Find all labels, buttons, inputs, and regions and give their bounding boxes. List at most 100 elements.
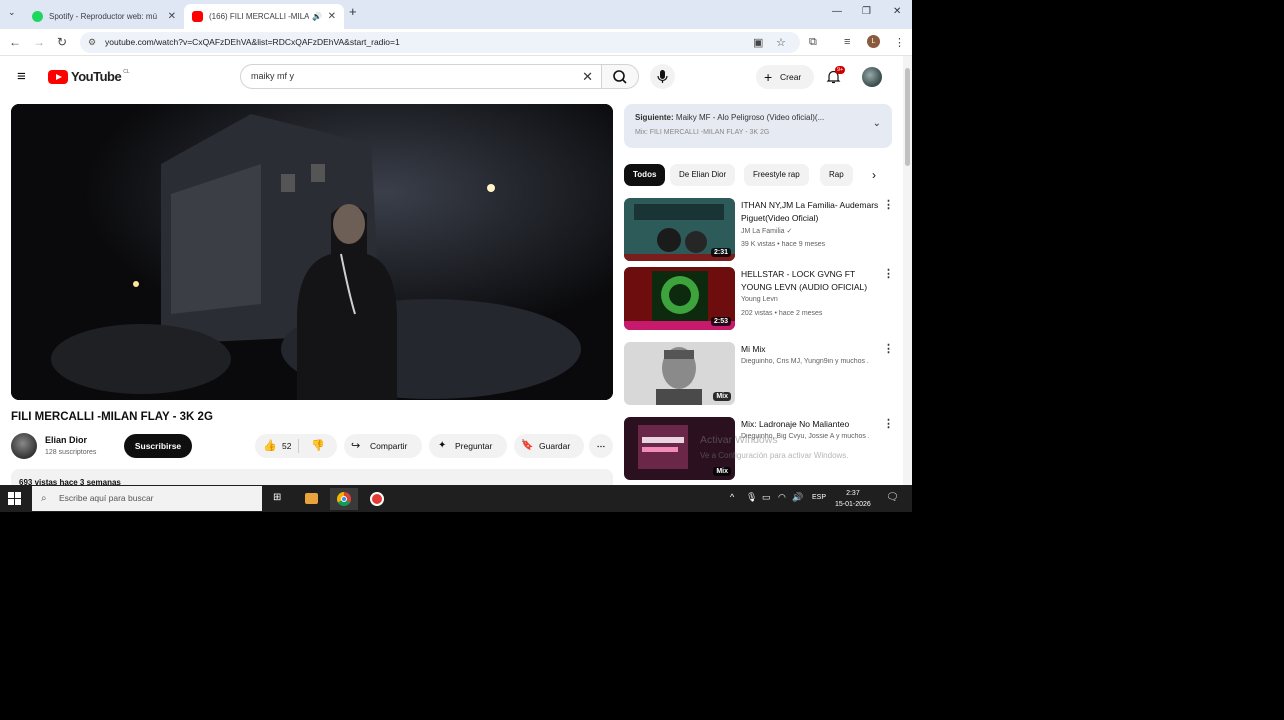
address-bar-row: ← → ↻ ⚙ youtube.com/watch?v=CxQAFzDEhVA&… xyxy=(0,29,912,56)
recommendation-meta: 202 vistas • hace 2 meses xyxy=(741,310,823,317)
cast-icon[interactable]: ▣ xyxy=(753,36,763,49)
video-frame xyxy=(11,104,613,400)
recommendation-item[interactable]: Mix Mi Mix Dieguinho, Cris MJ, Yungn9in … xyxy=(624,342,904,408)
tab-youtube[interactable]: (166) FILI MERCALLI -MILAN 🔊 ✕ xyxy=(184,4,344,29)
media-app-icon[interactable] xyxy=(297,488,325,510)
divider xyxy=(298,439,299,453)
chevron-right-icon[interactable]: › xyxy=(872,168,876,182)
ask-label: Preguntar xyxy=(455,441,493,451)
recommendation-channel: JM La Familia ✓ xyxy=(741,227,869,235)
channel-name[interactable]: Elian Dior xyxy=(45,435,87,445)
media-controls-icon[interactable]: ≡ xyxy=(844,36,850,48)
close-icon[interactable]: ✕ xyxy=(168,11,176,22)
video-thumbnail[interactable]: Mix xyxy=(624,417,735,480)
recommendation-item[interactable]: 2:53 HELLSTAR - LOCK GVNG FT YOUNG LEVN … xyxy=(624,267,904,333)
search-button[interactable] xyxy=(601,64,639,89)
chip-freestyle-rap[interactable]: Freestyle rap xyxy=(744,164,809,186)
site-info-icon[interactable]: ⚙ xyxy=(88,32,96,53)
mix-badge: Mix xyxy=(713,392,731,401)
up-next-prefix: Siguiente: xyxy=(635,113,674,122)
like-icon[interactable]: 👍 xyxy=(263,434,277,458)
account-avatar[interactable] xyxy=(862,67,882,87)
more-options-icon[interactable]: ⋮ xyxy=(883,198,894,211)
minimize-icon[interactable]: — xyxy=(832,6,842,17)
reload-icon[interactable]: ↻ xyxy=(57,35,67,49)
battery-icon[interactable]: ▭ xyxy=(762,492,771,503)
mix-badge: Mix xyxy=(713,467,731,476)
forward-icon[interactable]: → xyxy=(33,35,45,49)
close-icon[interactable]: ✕ xyxy=(328,11,336,22)
more-options-icon[interactable]: ⋮ xyxy=(883,342,894,355)
page-scrollbar[interactable] xyxy=(903,56,912,485)
speaker-icon[interactable]: 🔊 xyxy=(312,12,322,21)
back-icon[interactable]: ← xyxy=(9,35,21,49)
video-thumbnail[interactable]: 2:31 xyxy=(624,198,735,261)
video-thumbnail[interactable]: 2:53 xyxy=(624,267,735,330)
chip-de-elian-dior[interactable]: De Elian Dior xyxy=(670,164,736,186)
search-input[interactable]: maiky mf y ✕ xyxy=(240,64,602,89)
mix-title: Mix: FILI MERCALLI -MILAN FLAY - 3K 2G xyxy=(635,129,770,136)
create-label: Crear xyxy=(780,72,802,82)
taskbar-search-input[interactable]: ⌕ Escribe aquí para buscar xyxy=(32,486,262,511)
tab-search-icon[interactable]: ⌄ xyxy=(8,7,16,18)
more-options-icon[interactable]: ⋮ xyxy=(883,267,894,280)
bookmark-icon: 🔖 xyxy=(521,440,534,451)
youtube-logo[interactable]: YouTube CL xyxy=(48,69,130,84)
window-close-icon[interactable]: ✕ xyxy=(893,6,901,17)
volume-icon[interactable]: 🔊 xyxy=(792,492,803,503)
share-button[interactable]: ↪ Compartir xyxy=(344,434,422,458)
language-indicator[interactable]: ESP xyxy=(812,494,826,501)
restore-icon[interactable]: ❐ xyxy=(862,6,871,17)
subscribe-button[interactable]: Suscribirse xyxy=(124,434,192,458)
bookmark-star-icon[interactable]: ☆ xyxy=(776,36,786,49)
browser-menu-icon[interactable]: ⋮ xyxy=(894,36,905,49)
search-value: maiky mf y xyxy=(251,71,295,81)
recommendation-item[interactable]: Mix Mix: Ladronaje No Malianteo Dieguinh… xyxy=(624,417,904,483)
more-options-icon[interactable]: ⋮ xyxy=(883,417,894,430)
sparkle-icon: ✦ xyxy=(438,440,447,451)
search-icon: ⌕ xyxy=(41,493,47,504)
subscriber-count: 128 suscriptores xyxy=(45,449,97,456)
ask-button[interactable]: ✦ Preguntar xyxy=(429,434,507,458)
profile-avatar-icon[interactable]: L xyxy=(867,35,880,48)
chip-todos[interactable]: Todos xyxy=(624,164,666,186)
notification-center-icon[interactable]: 🗨 xyxy=(886,492,899,503)
more-actions-icon[interactable]: ⋯ xyxy=(589,434,613,458)
windows-start-icon[interactable] xyxy=(8,492,21,505)
scrollbar-thumb[interactable] xyxy=(905,68,910,166)
recorder-app-icon[interactable] xyxy=(363,488,391,510)
microphone-icon[interactable]: 🎙 xyxy=(746,492,757,503)
chrome-icon[interactable] xyxy=(330,488,358,510)
chevron-up-icon[interactable]: ^ xyxy=(730,492,734,502)
video-player[interactable] xyxy=(11,104,613,400)
extensions-icon[interactable]: ⧉ xyxy=(809,36,817,49)
save-label: Guardar xyxy=(539,441,571,451)
share-icon: ↪ xyxy=(351,440,361,452)
url-text: youtube.com/watch?v=CxQAFzDEhVA&list=RDC… xyxy=(105,37,400,47)
chip-rap[interactable]: Rap xyxy=(820,164,853,186)
recommendation-channel: Dieguinho, Cris MJ, Yungn9in y muchos ..… xyxy=(741,358,869,365)
recommendation-channel: Young Levn xyxy=(741,296,778,303)
wifi-icon[interactable]: ◠ xyxy=(778,492,786,503)
tab-spotify[interactable]: Spotify - Reproductor web: mú ✕ xyxy=(24,4,184,29)
save-button[interactable]: 🔖 Guardar xyxy=(514,434,584,458)
up-next-panel[interactable]: Siguiente: Maiky MF - Alo Peligroso (Vid… xyxy=(624,104,892,148)
task-view-icon[interactable]: ⊞ xyxy=(265,488,293,510)
channel-avatar[interactable] xyxy=(11,433,37,459)
recommendation-item[interactable]: 2:31 ITHAN NY,JM La Familia- Audemars Pi… xyxy=(624,198,904,264)
hamburger-menu-icon[interactable]: ≡ xyxy=(17,68,26,85)
plus-icon: + xyxy=(764,69,773,85)
dislike-icon[interactable]: 👎 xyxy=(311,434,325,458)
chevron-down-icon[interactable]: ⌄ xyxy=(873,118,881,129)
notifications-button[interactable]: 9+ xyxy=(826,66,846,89)
up-next-line: Siguiente: Maiky MF - Alo Peligroso (Vid… xyxy=(635,113,824,122)
new-tab-icon[interactable]: + xyxy=(349,4,357,19)
taskbar-clock[interactable]: 2:37 15-01-2026 xyxy=(835,488,871,510)
youtube-play-icon xyxy=(48,69,68,84)
address-bar[interactable]: ⚙ youtube.com/watch?v=CxQAFzDEhVA&list=R… xyxy=(80,32,800,53)
activation-watermark-text: Ve a Configuración para activar Windows. xyxy=(700,451,849,460)
video-thumbnail[interactable]: Mix xyxy=(624,342,735,405)
clear-search-icon[interactable]: ✕ xyxy=(582,65,593,88)
create-button[interactable]: + Crear xyxy=(756,65,814,89)
voice-search-button[interactable] xyxy=(650,64,675,89)
